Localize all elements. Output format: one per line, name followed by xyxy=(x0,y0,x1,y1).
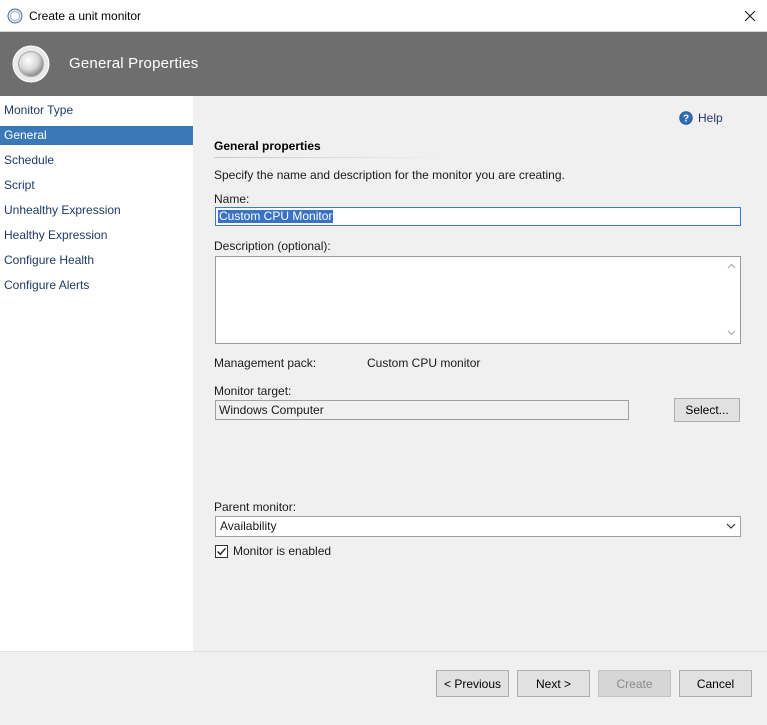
monitor-target-field: Windows Computer xyxy=(215,400,629,420)
svg-text:?: ? xyxy=(683,114,689,125)
close-button[interactable] xyxy=(733,0,767,31)
select-target-button[interactable]: Select... xyxy=(674,398,740,422)
window-title: Create a unit monitor xyxy=(29,9,142,23)
monitor-target-label: Monitor target: xyxy=(214,384,292,398)
sidebar-item-monitor-type[interactable]: Monitor Type xyxy=(0,101,193,120)
main-panel: ? Help General properties Specify the na… xyxy=(193,96,767,651)
description-scrollbar[interactable] xyxy=(723,257,740,343)
wizard-footer: < Previous Next > Create Cancel xyxy=(0,651,767,725)
monitor-circle-icon xyxy=(7,8,23,24)
scroll-up-icon[interactable] xyxy=(727,262,736,271)
monitor-target-value: Windows Computer xyxy=(219,403,324,417)
page-title: General Properties xyxy=(69,55,199,72)
chevron-down-icon xyxy=(726,523,736,529)
scroll-down-icon[interactable] xyxy=(727,328,736,337)
management-pack-label: Management pack: xyxy=(214,356,317,370)
header-banner: General Properties xyxy=(0,32,767,96)
help-label: Help xyxy=(698,111,723,125)
close-icon xyxy=(744,10,756,21)
help-link[interactable]: ? Help xyxy=(679,111,723,125)
sidebar-item-unhealthy-expression[interactable]: Unhealthy Expression xyxy=(0,201,193,220)
help-icon: ? xyxy=(679,111,693,125)
sidebar-item-general[interactable]: General xyxy=(0,126,193,145)
sidebar-item-configure-health[interactable]: Configure Health xyxy=(0,251,193,270)
create-button[interactable]: Create xyxy=(598,670,671,697)
previous-button[interactable]: < Previous xyxy=(436,670,509,697)
name-field[interactable]: Custom CPU Monitor xyxy=(215,207,741,226)
section-description: Specify the name and description for the… xyxy=(214,168,565,182)
description-field[interactable] xyxy=(215,256,741,344)
checkmark-icon xyxy=(217,547,227,555)
parent-monitor-label: Parent monitor: xyxy=(214,500,297,514)
name-value: Custom CPU Monitor xyxy=(218,209,334,223)
checkbox-box[interactable] xyxy=(215,544,228,558)
monitor-circle-icon xyxy=(12,45,50,83)
sidebar-item-schedule[interactable]: Schedule xyxy=(0,151,193,170)
wizard-steps-sidebar: Monitor Type General Schedule Script Unh… xyxy=(0,96,193,651)
management-pack-value: Custom CPU monitor xyxy=(367,356,481,370)
section-title: General properties xyxy=(214,139,321,153)
parent-monitor-dropdown[interactable]: Availability xyxy=(215,516,741,537)
cancel-button[interactable]: Cancel xyxy=(679,670,752,697)
title-bar: Create a unit monitor xyxy=(0,0,767,32)
parent-monitor-value: Availability xyxy=(220,519,277,533)
sidebar-item-configure-alerts[interactable]: Configure Alerts xyxy=(0,276,193,295)
sidebar-item-healthy-expression[interactable]: Healthy Expression xyxy=(0,226,193,245)
description-label: Description (optional): xyxy=(214,239,331,253)
sidebar-item-script[interactable]: Script xyxy=(0,176,193,195)
next-button[interactable]: Next > xyxy=(517,670,590,697)
monitor-enabled-checkbox[interactable]: Monitor is enabled xyxy=(215,544,331,558)
section-divider xyxy=(214,157,449,158)
monitor-enabled-label: Monitor is enabled xyxy=(233,544,332,558)
name-label: Name: xyxy=(214,192,250,206)
